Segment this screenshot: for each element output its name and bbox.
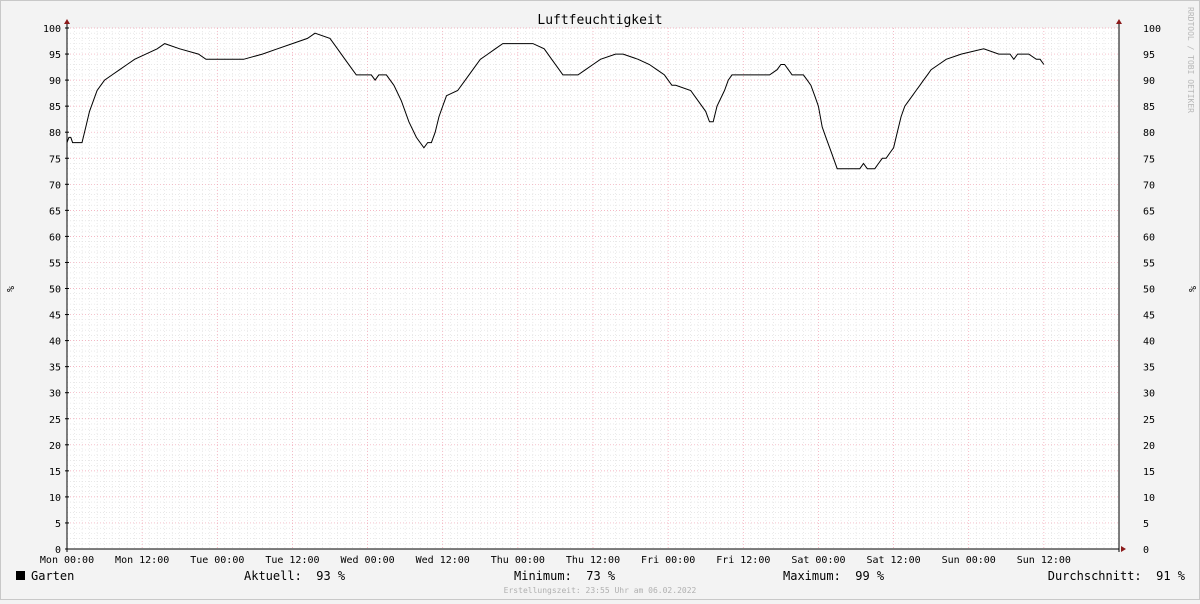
x-tick-label: Fri 12:00 xyxy=(716,555,770,566)
y-tick-label-right: 65 xyxy=(1143,206,1155,217)
y-tick-label-right: 0 xyxy=(1143,545,1149,556)
y-tick-label-left: 5 xyxy=(55,519,61,530)
y-tick-label-right: 40 xyxy=(1143,337,1155,348)
x-tick-label: Sun 00:00 xyxy=(942,555,996,566)
y-tick-label-right: 50 xyxy=(1143,285,1155,296)
x-tick-label: Sat 00:00 xyxy=(791,555,845,566)
x-tick-label: Thu 12:00 xyxy=(566,555,620,566)
stat-minimum: Minimum: 73 % xyxy=(514,569,616,583)
y-tick-label-left: 85 xyxy=(49,102,61,113)
y-tick-label-right: 70 xyxy=(1143,180,1155,191)
y-tick-label-left: 20 xyxy=(49,441,61,452)
y-tick-label-left: 40 xyxy=(49,337,61,348)
x-tick-label: Thu 00:00 xyxy=(491,555,545,566)
y-tick-label-right: 90 xyxy=(1143,76,1155,87)
chart-title: Luftfeuchtigkeit xyxy=(537,13,662,28)
y-tick-label-left: 60 xyxy=(49,232,61,243)
y-ticks-left: 0510152025303540455055606570758085909510… xyxy=(43,24,61,556)
y-axis-arrow-left-icon xyxy=(64,19,70,24)
y-tick-label-right: 30 xyxy=(1143,389,1155,400)
y-tick-label-right: 85 xyxy=(1143,102,1155,113)
y-tick-label-left: 90 xyxy=(49,76,61,87)
x-tick-label: Sun 12:00 xyxy=(1017,555,1071,566)
y-tick-label-left: 70 xyxy=(49,180,61,191)
y-tick-label-right: 15 xyxy=(1143,467,1155,478)
y-axis-arrow-right-icon xyxy=(1116,19,1122,24)
x-tick-label: Sat 12:00 xyxy=(866,555,920,566)
y-tick-label-left: 100 xyxy=(43,24,61,35)
y-tick-label-left: 95 xyxy=(49,50,61,61)
humidity-chart: Luftfeuchtigkeit RRDTOOL / TOBI OETIKER … xyxy=(4,7,1197,595)
y-tick-label-left: 10 xyxy=(49,493,61,504)
y-tick-label-right: 80 xyxy=(1143,128,1155,139)
stat-current: Aktuell: 93 % xyxy=(244,569,346,583)
y-tick-label-left: 15 xyxy=(49,467,61,478)
y-tick-label-right: 100 xyxy=(1143,24,1161,35)
y-axis-label-right: % xyxy=(1186,286,1197,292)
stat-average: Durchschnitt: 91 % xyxy=(1048,569,1186,583)
y-tick-label-left: 25 xyxy=(49,415,61,426)
y-tick-label-left: 50 xyxy=(49,285,61,296)
x-tick-label: Wed 00:00 xyxy=(340,555,394,566)
y-tick-label-right: 45 xyxy=(1143,311,1155,322)
x-tick-label: Tue 00:00 xyxy=(190,555,244,566)
y-tick-label-left: 45 xyxy=(49,311,61,322)
x-tick-label: Fri 00:00 xyxy=(641,555,695,566)
y-tick-label-left: 30 xyxy=(49,389,61,400)
graph-frame: Luftfeuchtigkeit RRDTOOL / TOBI OETIKER … xyxy=(0,0,1200,600)
y-tick-label-right: 55 xyxy=(1143,258,1155,269)
y-tick-label-left: 35 xyxy=(49,363,61,374)
x-tick-label: Wed 12:00 xyxy=(416,555,470,566)
y-tick-label-left: 75 xyxy=(49,154,61,165)
x-ticks: Mon 00:00 Mon 12:00 Tue 00:00 Tue 12:00 Wed … xyxy=(40,555,1071,566)
creation-time-footer: Erstellungszeit: 23:55 Uhr am 06.02.2022 xyxy=(504,586,697,595)
y-tick-label-right: 20 xyxy=(1143,441,1155,452)
y-tick-label-left: 65 xyxy=(49,206,61,217)
y-tick-label-right: 25 xyxy=(1143,415,1155,426)
y-tick-label-right: 10 xyxy=(1143,493,1155,504)
rrdtool-watermark: RRDTOOL / TOBI OETIKER xyxy=(1186,7,1195,113)
y-tick-label-left: 80 xyxy=(49,128,61,139)
x-tick-label: Mon 12:00 xyxy=(115,555,169,566)
legend-series-label: Garten xyxy=(31,569,74,583)
y-tick-label-right: 60 xyxy=(1143,232,1155,243)
y-axis-label-left: % xyxy=(4,286,15,292)
x-tick-label: Mon 00:00 xyxy=(40,555,94,566)
y-tick-label-left: 55 xyxy=(49,258,61,269)
y-tick-label-right: 5 xyxy=(1143,519,1149,530)
x-tick-label: Tue 12:00 xyxy=(265,555,319,566)
y-tick-label-right: 35 xyxy=(1143,363,1155,374)
y-tick-label-right: 75 xyxy=(1143,154,1155,165)
x-axis-arrow-icon xyxy=(1121,546,1126,552)
stat-maximum: Maximum: 99 % xyxy=(783,569,885,583)
legend-swatch xyxy=(16,571,25,580)
y-ticks-right: 0 5 10 15 20 25 30 35 40 45 50 55 60 65 70 75 80 85 90 95 10… xyxy=(1143,24,1161,556)
y-tick-label-right: 95 xyxy=(1143,50,1155,61)
